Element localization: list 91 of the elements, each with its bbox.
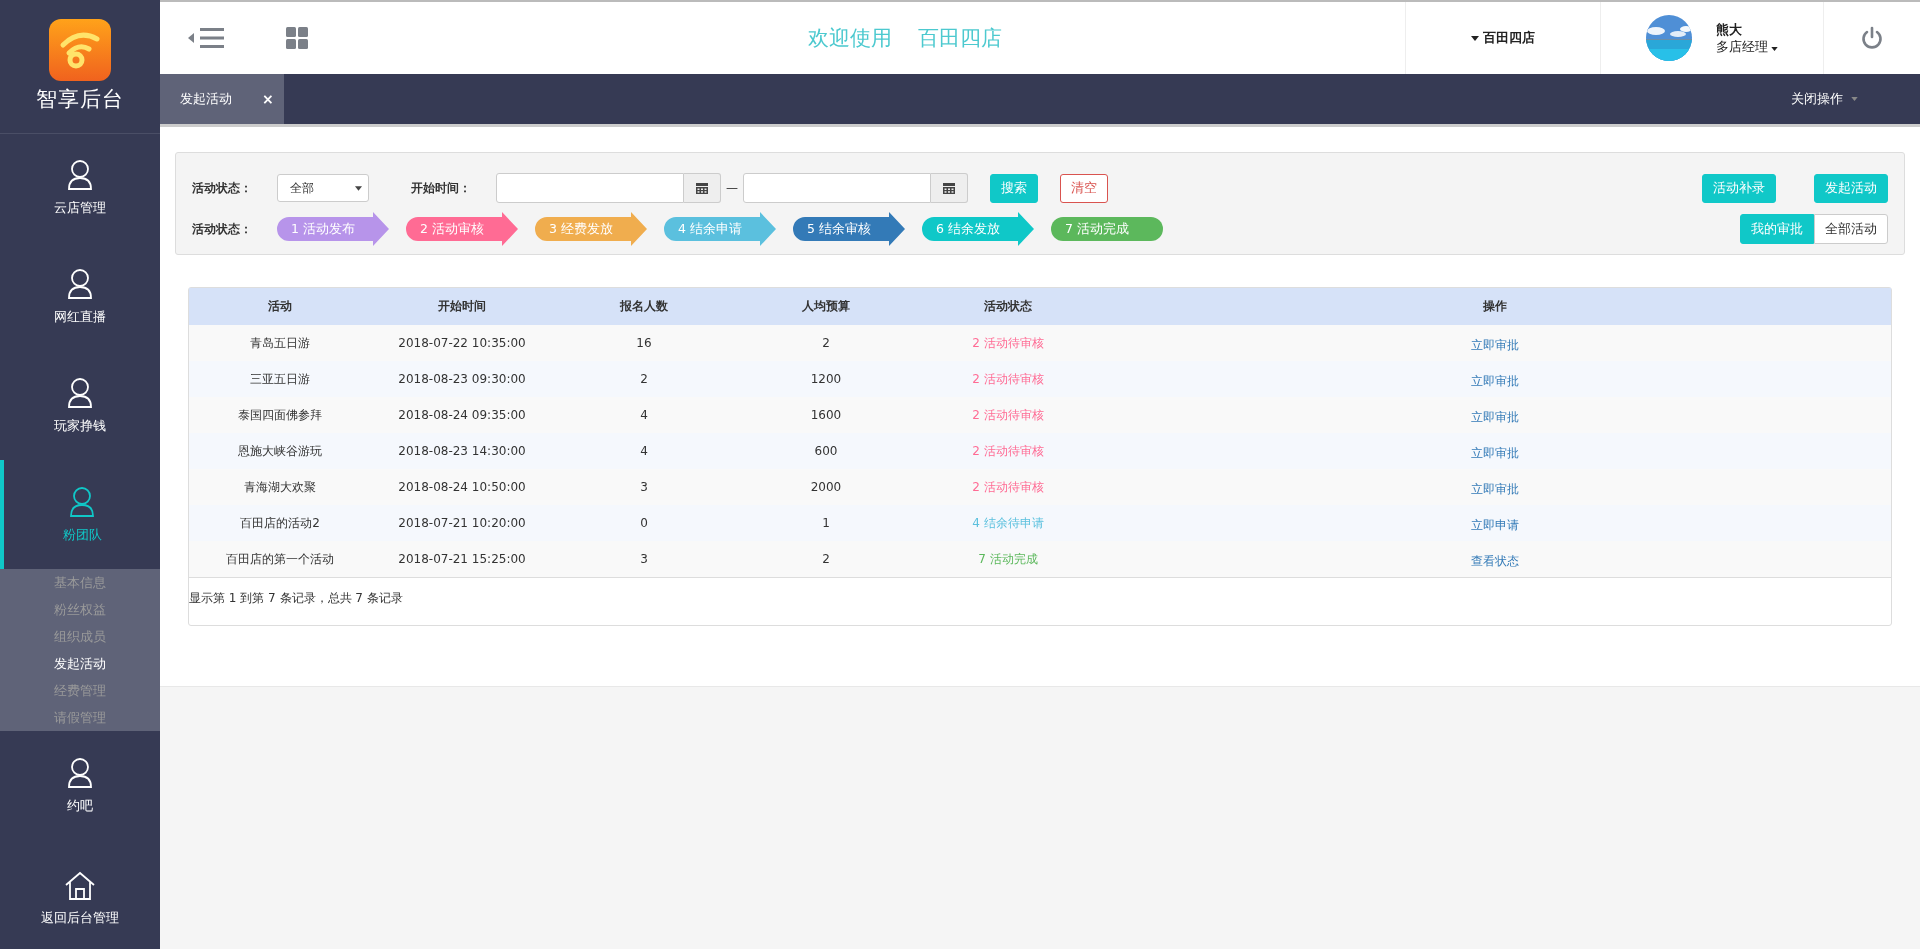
table-cell: 2018-07-21 10:20:00 <box>371 505 553 541</box>
step-button[interactable]: 1 活动发布 <box>277 212 389 246</box>
action-link[interactable]: 查看状态 <box>1471 549 1519 569</box>
table-cell: 1600 <box>735 397 917 433</box>
table-cell: 百田店的第一个活动 <box>189 541 371 577</box>
table-cell: 青海湖大欢聚 <box>189 469 371 505</box>
close-actions-menu[interactable]: 关闭操作 <box>1791 74 1920 124</box>
table-cell: 600 <box>735 433 917 469</box>
column-header: 人均预算 <box>735 288 917 325</box>
step-button[interactable]: 2 活动审核 <box>406 212 518 246</box>
status-cell: 2 活动待审核 <box>917 361 1099 397</box>
table-cell: 恩施大峡谷游玩 <box>189 433 371 469</box>
table-cell: 三亚五日游 <box>189 361 371 397</box>
table-cell: 4 <box>553 397 735 433</box>
pagination-info: 显示第 1 到第 7 条记录，总共 7 条记录 <box>189 577 1891 625</box>
table-cell: 泰国四面佛参拜 <box>189 397 371 433</box>
power-icon[interactable] <box>1861 26 1883 50</box>
status-cell: 2 活动待审核 <box>917 397 1099 433</box>
table-cell: 百田店的活动2 <box>189 505 371 541</box>
column-header: 报名人数 <box>553 288 735 325</box>
status-label: 活动状态： <box>192 179 253 197</box>
column-header: 活动状态 <box>917 288 1099 325</box>
submenu-item[interactable]: 发起活动 <box>0 650 160 678</box>
status-cell: 2 活动待审核 <box>917 469 1099 505</box>
table-cell: 2 <box>553 361 735 397</box>
table-cell: 青岛五日游 <box>189 325 371 361</box>
table-cell: 0 <box>553 505 735 541</box>
grid-icon[interactable] <box>286 27 308 49</box>
store-title: 百田四店 <box>918 25 1002 52</box>
sidebar-item[interactable]: 云店管理 <box>0 133 160 243</box>
table-cell: 1200 <box>735 361 917 397</box>
table-cell: 1 <box>735 505 917 541</box>
action-link[interactable]: 立即审批 <box>1471 477 1519 497</box>
status-cell: 4 结余待申请 <box>917 505 1099 541</box>
calendar-icon[interactable] <box>684 173 721 203</box>
user-icon <box>66 267 94 300</box>
action-link[interactable]: 立即申请 <box>1471 513 1519 533</box>
logo-text: 智享后台 <box>36 86 124 114</box>
caret-icon <box>1851 97 1858 101</box>
caret-icon <box>355 185 362 191</box>
welcome-text: 欢迎使用 <box>808 25 892 52</box>
action-link[interactable]: 立即审批 <box>1471 405 1519 425</box>
caret-icon <box>1771 46 1779 51</box>
logo-icon <box>49 19 111 82</box>
table-cell: 2018-08-24 09:35:00 <box>371 397 553 433</box>
role-dropdown[interactable]: 多店经理 <box>1715 38 1779 56</box>
close-icon[interactable]: × <box>262 91 274 107</box>
column-header: 开始时间 <box>371 288 553 325</box>
home-icon <box>64 871 96 902</box>
table-cell: 2 <box>735 541 917 577</box>
table-cell: 16 <box>553 325 735 361</box>
sidebar-item[interactable]: 网红直播 <box>0 242 160 352</box>
date-field[interactable] <box>743 173 931 203</box>
status-select[interactable]: 全部 <box>277 174 369 202</box>
menu-toggle-icon[interactable] <box>188 27 226 49</box>
table-cell: 2000 <box>735 469 917 505</box>
sidebar-item[interactable]: 返回后台管理 <box>0 840 160 949</box>
view-toggle[interactable]: 全部活动 <box>1814 214 1888 244</box>
table-cell: 2018-08-23 09:30:00 <box>371 361 553 397</box>
user-name: 熊大 <box>1715 20 1743 39</box>
table-cell: 2018-08-23 14:30:00 <box>371 433 553 469</box>
status-label: 活动状态： <box>192 220 253 238</box>
table-cell: 2 <box>735 325 917 361</box>
user-icon <box>66 159 94 192</box>
action-link[interactable]: 立即审批 <box>1471 441 1519 461</box>
time-label: 开始时间： <box>411 179 472 197</box>
table-cell: 3 <box>553 469 735 505</box>
column-header: 活动 <box>189 288 371 325</box>
table-cell: 2018-07-22 10:35:00 <box>371 325 553 361</box>
date-field[interactable] <box>496 173 684 203</box>
tab[interactable]: 发起活动 × <box>160 74 284 124</box>
sidebar-item[interactable]: 玩家挣钱 <box>0 351 160 461</box>
table-cell: 2018-07-21 15:25:00 <box>371 541 553 577</box>
user-icon <box>68 485 96 518</box>
action-link[interactable]: 立即审批 <box>1471 333 1519 353</box>
action-link[interactable]: 立即审批 <box>1471 369 1519 389</box>
calendar-icon[interactable] <box>931 173 968 203</box>
table-cell: 2018-08-24 10:50:00 <box>371 469 553 505</box>
caret-icon <box>1471 35 1479 41</box>
user-icon <box>66 376 94 409</box>
sidebar-item[interactable]: 约吧 <box>0 731 160 840</box>
step-button[interactable]: 5 结余审核 <box>793 212 905 246</box>
clear-button[interactable]: 清空 <box>1060 173 1108 203</box>
user-icon <box>66 756 94 789</box>
table-cell: 3 <box>553 541 735 577</box>
date-separator: — <box>726 181 738 195</box>
status-cell: 2 活动待审核 <box>917 325 1099 361</box>
status-cell: 7 活动完成 <box>917 541 1099 577</box>
status-cell: 2 活动待审核 <box>917 433 1099 469</box>
table-cell: 4 <box>553 433 735 469</box>
column-header: 操作 <box>1099 288 1891 325</box>
